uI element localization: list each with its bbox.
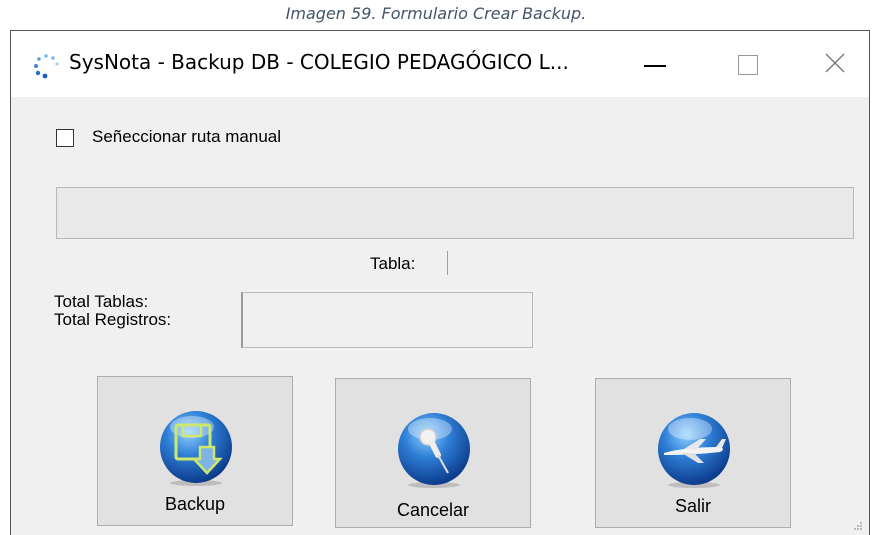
maximize-button[interactable] xyxy=(726,31,796,97)
close-button[interactable] xyxy=(801,31,871,97)
airplane-icon xyxy=(658,413,730,488)
totals-labels: Total Tablas: Total Registros: xyxy=(54,293,171,329)
backup-button[interactable]: Backup xyxy=(97,376,293,526)
title-bar[interactable]: SysNota - Backup DB - COLEGIO PEDAGÓGICO… xyxy=(11,31,869,97)
exit-label: Salir xyxy=(674,496,711,516)
spinner-dots-icon xyxy=(34,54,59,79)
cancel-label: Cancelar xyxy=(396,500,470,520)
cancel-button[interactable]: Cancelar xyxy=(335,378,531,528)
pushpin-icon xyxy=(398,413,470,488)
resize-grip-icon[interactable] xyxy=(853,521,863,531)
minimize-button[interactable] xyxy=(623,31,693,97)
totals-value-box xyxy=(241,292,533,348)
manual-path-checkbox[interactable] xyxy=(56,129,74,147)
figure-caption: Imagen 59. Formulario Crear Backup. xyxy=(285,4,587,23)
manual-path-label[interactable]: Señeccionar ruta manual xyxy=(92,127,281,147)
backup-path-field xyxy=(56,187,854,239)
floppy-download-icon xyxy=(160,411,232,486)
tabla-value xyxy=(447,251,448,275)
backup-label: Backup xyxy=(164,494,226,514)
total-registros-label: Total Registros: xyxy=(54,310,172,329)
close-icon xyxy=(825,53,845,73)
minimize-icon xyxy=(644,65,666,67)
tabla-label: Tabla: xyxy=(370,254,416,273)
backup-window: SysNota - Backup DB - COLEGIO PEDAGÓGICO… xyxy=(10,30,870,535)
exit-button[interactable]: Salir xyxy=(595,378,791,528)
window-title: SysNota - Backup DB - COLEGIO PEDAGÓGICO… xyxy=(69,50,569,74)
maximize-icon xyxy=(738,55,758,75)
total-tablas-label: Total Tablas: xyxy=(54,292,149,311)
